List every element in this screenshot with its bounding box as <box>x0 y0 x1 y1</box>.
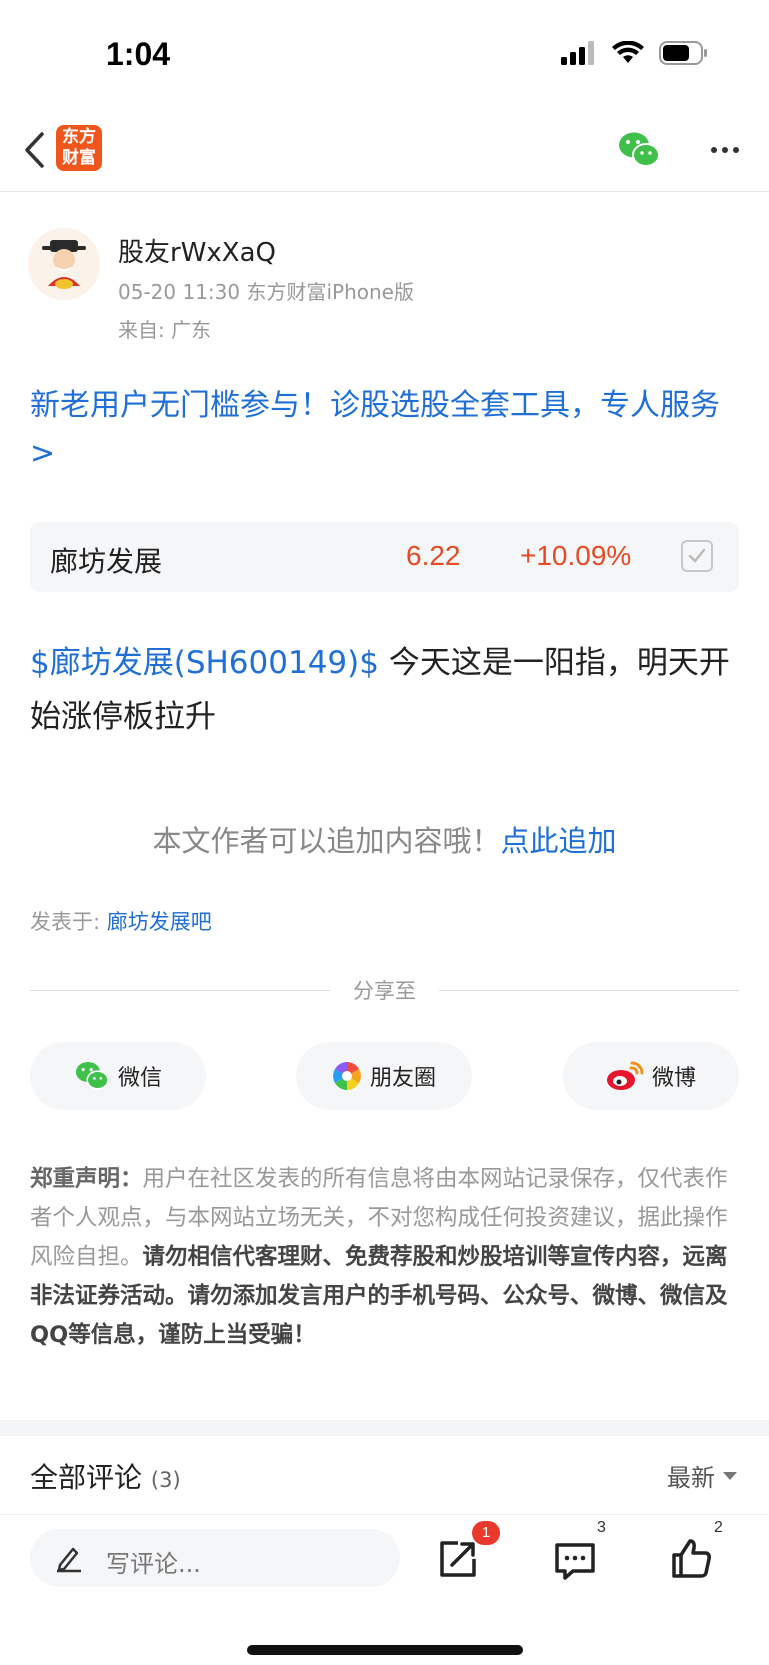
wechat-icon <box>75 1062 109 1090</box>
like-button[interactable]: 2 <box>662 1519 723 1589</box>
posted-in-label: 发表于: <box>30 910 107 934</box>
append-text: 本文作者可以追加内容哦！ <box>152 824 501 858</box>
home-indicator <box>247 1645 523 1655</box>
comments-count: (3) <box>150 1468 181 1492</box>
sort-dropdown[interactable]: 最新 <box>667 1458 737 1493</box>
promo-link[interactable]: 新老用户无门槛参与！诊股选股全套工具，专人服务> <box>30 382 740 478</box>
bottom-action-bar: 写评论... 1 3 2 <box>0 1514 769 1665</box>
battery-icon <box>659 41 707 65</box>
post-location: 来自: 广东 <box>118 318 212 342</box>
more-dot <box>711 147 717 153</box>
status-bar: 1:04 <box>0 0 769 110</box>
avatar[interactable] <box>28 228 100 300</box>
stock-bar-link[interactable]: 廊坊发展吧 <box>107 910 212 934</box>
more-button[interactable] <box>703 132 747 168</box>
comments-title-text: 全部评论 <box>30 1461 143 1494</box>
thumbs-up-icon <box>672 1539 711 1578</box>
author-block: 股友rWxXaQ 05-20 11:30 东方财富iPhone版 来自: 广东 <box>28 228 728 348</box>
share-weibo-label: 微博 <box>651 1066 696 1091</box>
add-watchlist-checkbox[interactable] <box>681 540 713 572</box>
post-meta: 05-20 11:30 东方财富iPhone版 <box>118 280 414 304</box>
moments-icon <box>333 1062 361 1090</box>
more-dot <box>722 147 728 153</box>
sort-label: 最新 <box>667 1464 715 1492</box>
stock-price: 6.22 <box>406 540 461 571</box>
nav-bar: 东方 财富 <box>0 110 769 192</box>
logo-line-2: 财富 <box>62 148 96 168</box>
share-wechat-label: 微信 <box>117 1066 162 1091</box>
wechat-share-button[interactable] <box>617 130 661 170</box>
comment-button[interactable]: 3 <box>545 1519 606 1589</box>
back-button[interactable] <box>14 126 54 174</box>
comment-placeholder: 写评论... <box>106 1550 201 1578</box>
disclaimer: 郑重声明：用户在社区发表的所有信息将由本网站记录保存，仅代表作者个人观点，与本网… <box>30 1160 742 1355</box>
posted-in: 发表于: 廊坊发展吧 <box>30 906 212 936</box>
share-wechat-button[interactable]: 微信 <box>30 1042 206 1110</box>
stock-tag-link[interactable]: $廊坊发展(SH600149)$ <box>30 645 379 681</box>
wechat-icon <box>619 132 660 167</box>
fortune-god-avatar-icon <box>28 228 100 300</box>
comments-header: 全部评论 (3) 最新 <box>0 1436 769 1514</box>
check-icon <box>688 548 706 563</box>
like-count: 2 <box>714 1519 723 1536</box>
comment-icon <box>555 1543 595 1580</box>
share-moments-button[interactable]: 朋友圈 <box>296 1042 472 1110</box>
comment-count: 3 <box>597 1519 606 1536</box>
append-link[interactable]: 点此追加 <box>501 824 617 858</box>
comments-title: 全部评论 (3) <box>30 1456 181 1496</box>
weibo-icon <box>606 1061 644 1090</box>
logo-line-1: 东方 <box>62 127 96 147</box>
forward-badge: 1 <box>472 1521 500 1545</box>
caret-down-icon <box>723 1471 737 1480</box>
share-weibo-button[interactable]: 微博 <box>563 1042 739 1110</box>
chevron-left-icon <box>25 132 44 168</box>
status-time: 1:04 <box>106 36 171 72</box>
author-name[interactable]: 股友rWxXaQ <box>118 232 276 269</box>
cellular-signal-icon <box>561 41 594 65</box>
app-logo[interactable]: 东方 财富 <box>56 125 102 171</box>
more-dot <box>733 147 739 153</box>
stock-card[interactable]: 廊坊发展 6.22 +10.09% <box>30 522 739 592</box>
status-icons <box>561 40 709 66</box>
wifi-icon <box>612 41 644 63</box>
stock-change: +10.09% <box>520 540 632 571</box>
section-divider <box>0 1420 769 1436</box>
stock-name: 廊坊发展 <box>50 545 163 578</box>
post-body: $廊坊发展(SH600149)$ 今天这是一阳指，明天开始涨停板拉升 <box>30 636 742 744</box>
disclaimer-head: 郑重声明： <box>30 1166 143 1192</box>
share-divider: 分享至 <box>30 975 739 1005</box>
share-label: 分享至 <box>353 979 416 1003</box>
append-prompt: 本文作者可以追加内容哦！点此追加 <box>0 818 769 860</box>
pen-icon <box>57 1547 81 1573</box>
comment-input[interactable]: 写评论... <box>30 1529 400 1587</box>
forward-button[interactable]: 1 <box>428 1521 500 1589</box>
share-moments-label: 朋友圈 <box>369 1066 436 1091</box>
